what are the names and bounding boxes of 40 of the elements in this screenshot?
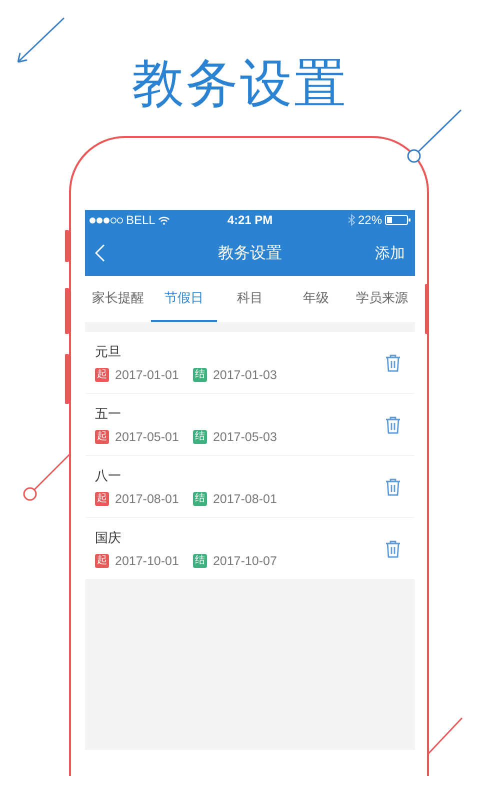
start-tag: 起 [95, 430, 109, 444]
start-date: 2017-05-01 [115, 430, 179, 444]
holiday-name: 八一 [95, 468, 122, 484]
tab[interactable]: 节假日 [151, 276, 217, 322]
start-tag: 起 [95, 554, 109, 568]
holiday-name: 元旦 [95, 344, 122, 360]
status-time: 4:21 PM [227, 213, 273, 227]
start-tag: 起 [95, 368, 109, 382]
tab[interactable]: 年级 [283, 276, 349, 322]
end-tag: 结 [192, 368, 207, 382]
tab[interactable]: 学员来源 [349, 276, 415, 322]
wifi-icon [158, 216, 170, 224]
start-date: 2017-10-01 [115, 554, 179, 568]
trash-icon[interactable] [385, 478, 401, 496]
carrier-name: BELL [126, 213, 156, 227]
end-date: 2017-10-07 [212, 554, 277, 568]
battery-icon [385, 215, 412, 225]
end-date: 2017-08-01 [212, 492, 277, 506]
trash-icon[interactable] [385, 354, 401, 372]
tab[interactable]: 科目 [217, 276, 283, 322]
signal-icon [89, 216, 123, 224]
headline: 教务设置 [132, 54, 348, 115]
end-date: 2017-01-03 [212, 368, 277, 382]
start-date: 2017-08-01 [115, 492, 179, 506]
battery-percent: 22% [358, 213, 382, 227]
tab[interactable]: 家长提醒 [85, 276, 151, 322]
start-date: 2017-01-01 [115, 368, 179, 382]
end-tag: 结 [192, 430, 207, 444]
end-tag: 结 [192, 554, 207, 568]
back-icon[interactable] [95, 244, 105, 262]
end-date: 2017-05-03 [212, 430, 277, 444]
add-link[interactable]: 添加 [345, 244, 405, 262]
holiday-name: 国庆 [95, 530, 122, 546]
bluetooth-icon [348, 214, 355, 226]
start-tag: 起 [95, 492, 109, 506]
holiday-name: 五一 [95, 406, 122, 422]
end-tag: 结 [192, 492, 207, 506]
screen-title: 教务设置 [217, 244, 283, 264]
trash-icon[interactable] [385, 540, 401, 558]
trash-icon[interactable] [385, 416, 401, 434]
